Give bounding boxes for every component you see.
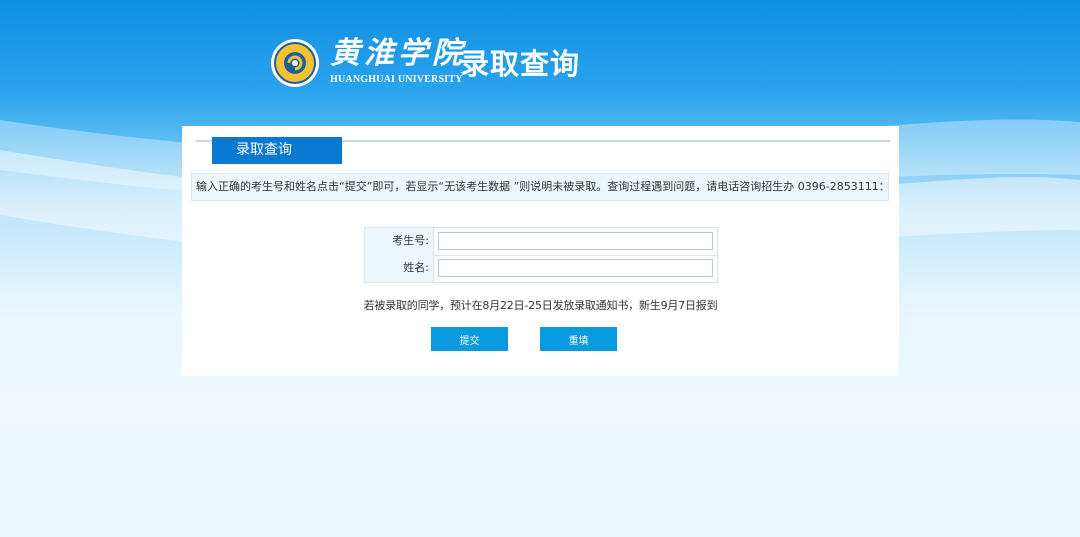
- university-name-cn: 黄淮学院: [330, 36, 466, 71]
- tab-admission-query: 录取查询: [212, 137, 342, 164]
- page-title: 录取查询: [460, 47, 581, 81]
- query-form: 考生号: 姓名:: [364, 227, 718, 283]
- instruction-notice: 输入正确的考生号和姓名点击“提交”即可，若显示“无该考生数据 ”则说明未被录取。…: [191, 173, 889, 201]
- query-panel: 录取查询 输入正确的考生号和姓名点击“提交”即可，若显示“无该考生数据 ”则说明…: [182, 126, 899, 376]
- name-input[interactable]: [438, 259, 713, 277]
- exam-id-input[interactable]: [438, 232, 713, 250]
- name-row: 姓名:: [365, 255, 717, 282]
- exam-id-row: 考生号:: [365, 228, 717, 256]
- site-header: 黄淮学院 HUANGHUAI UNIVERSITY 录取查询: [270, 36, 610, 92]
- reset-button[interactable]: 重填: [540, 327, 617, 351]
- university-name-en: HUANGHUAI UNIVERSITY: [330, 74, 463, 85]
- university-emblem-icon: [271, 39, 319, 87]
- submit-button[interactable]: 提交: [431, 327, 508, 351]
- exam-id-label: 考生号:: [365, 228, 434, 255]
- name-label: 姓名:: [365, 255, 434, 282]
- tab-label: 录取查询: [236, 142, 292, 158]
- admission-schedule-hint: 若被录取的同学，预计在8月22日-25日发放录取通知书，新生9月7日报到: [363, 299, 718, 312]
